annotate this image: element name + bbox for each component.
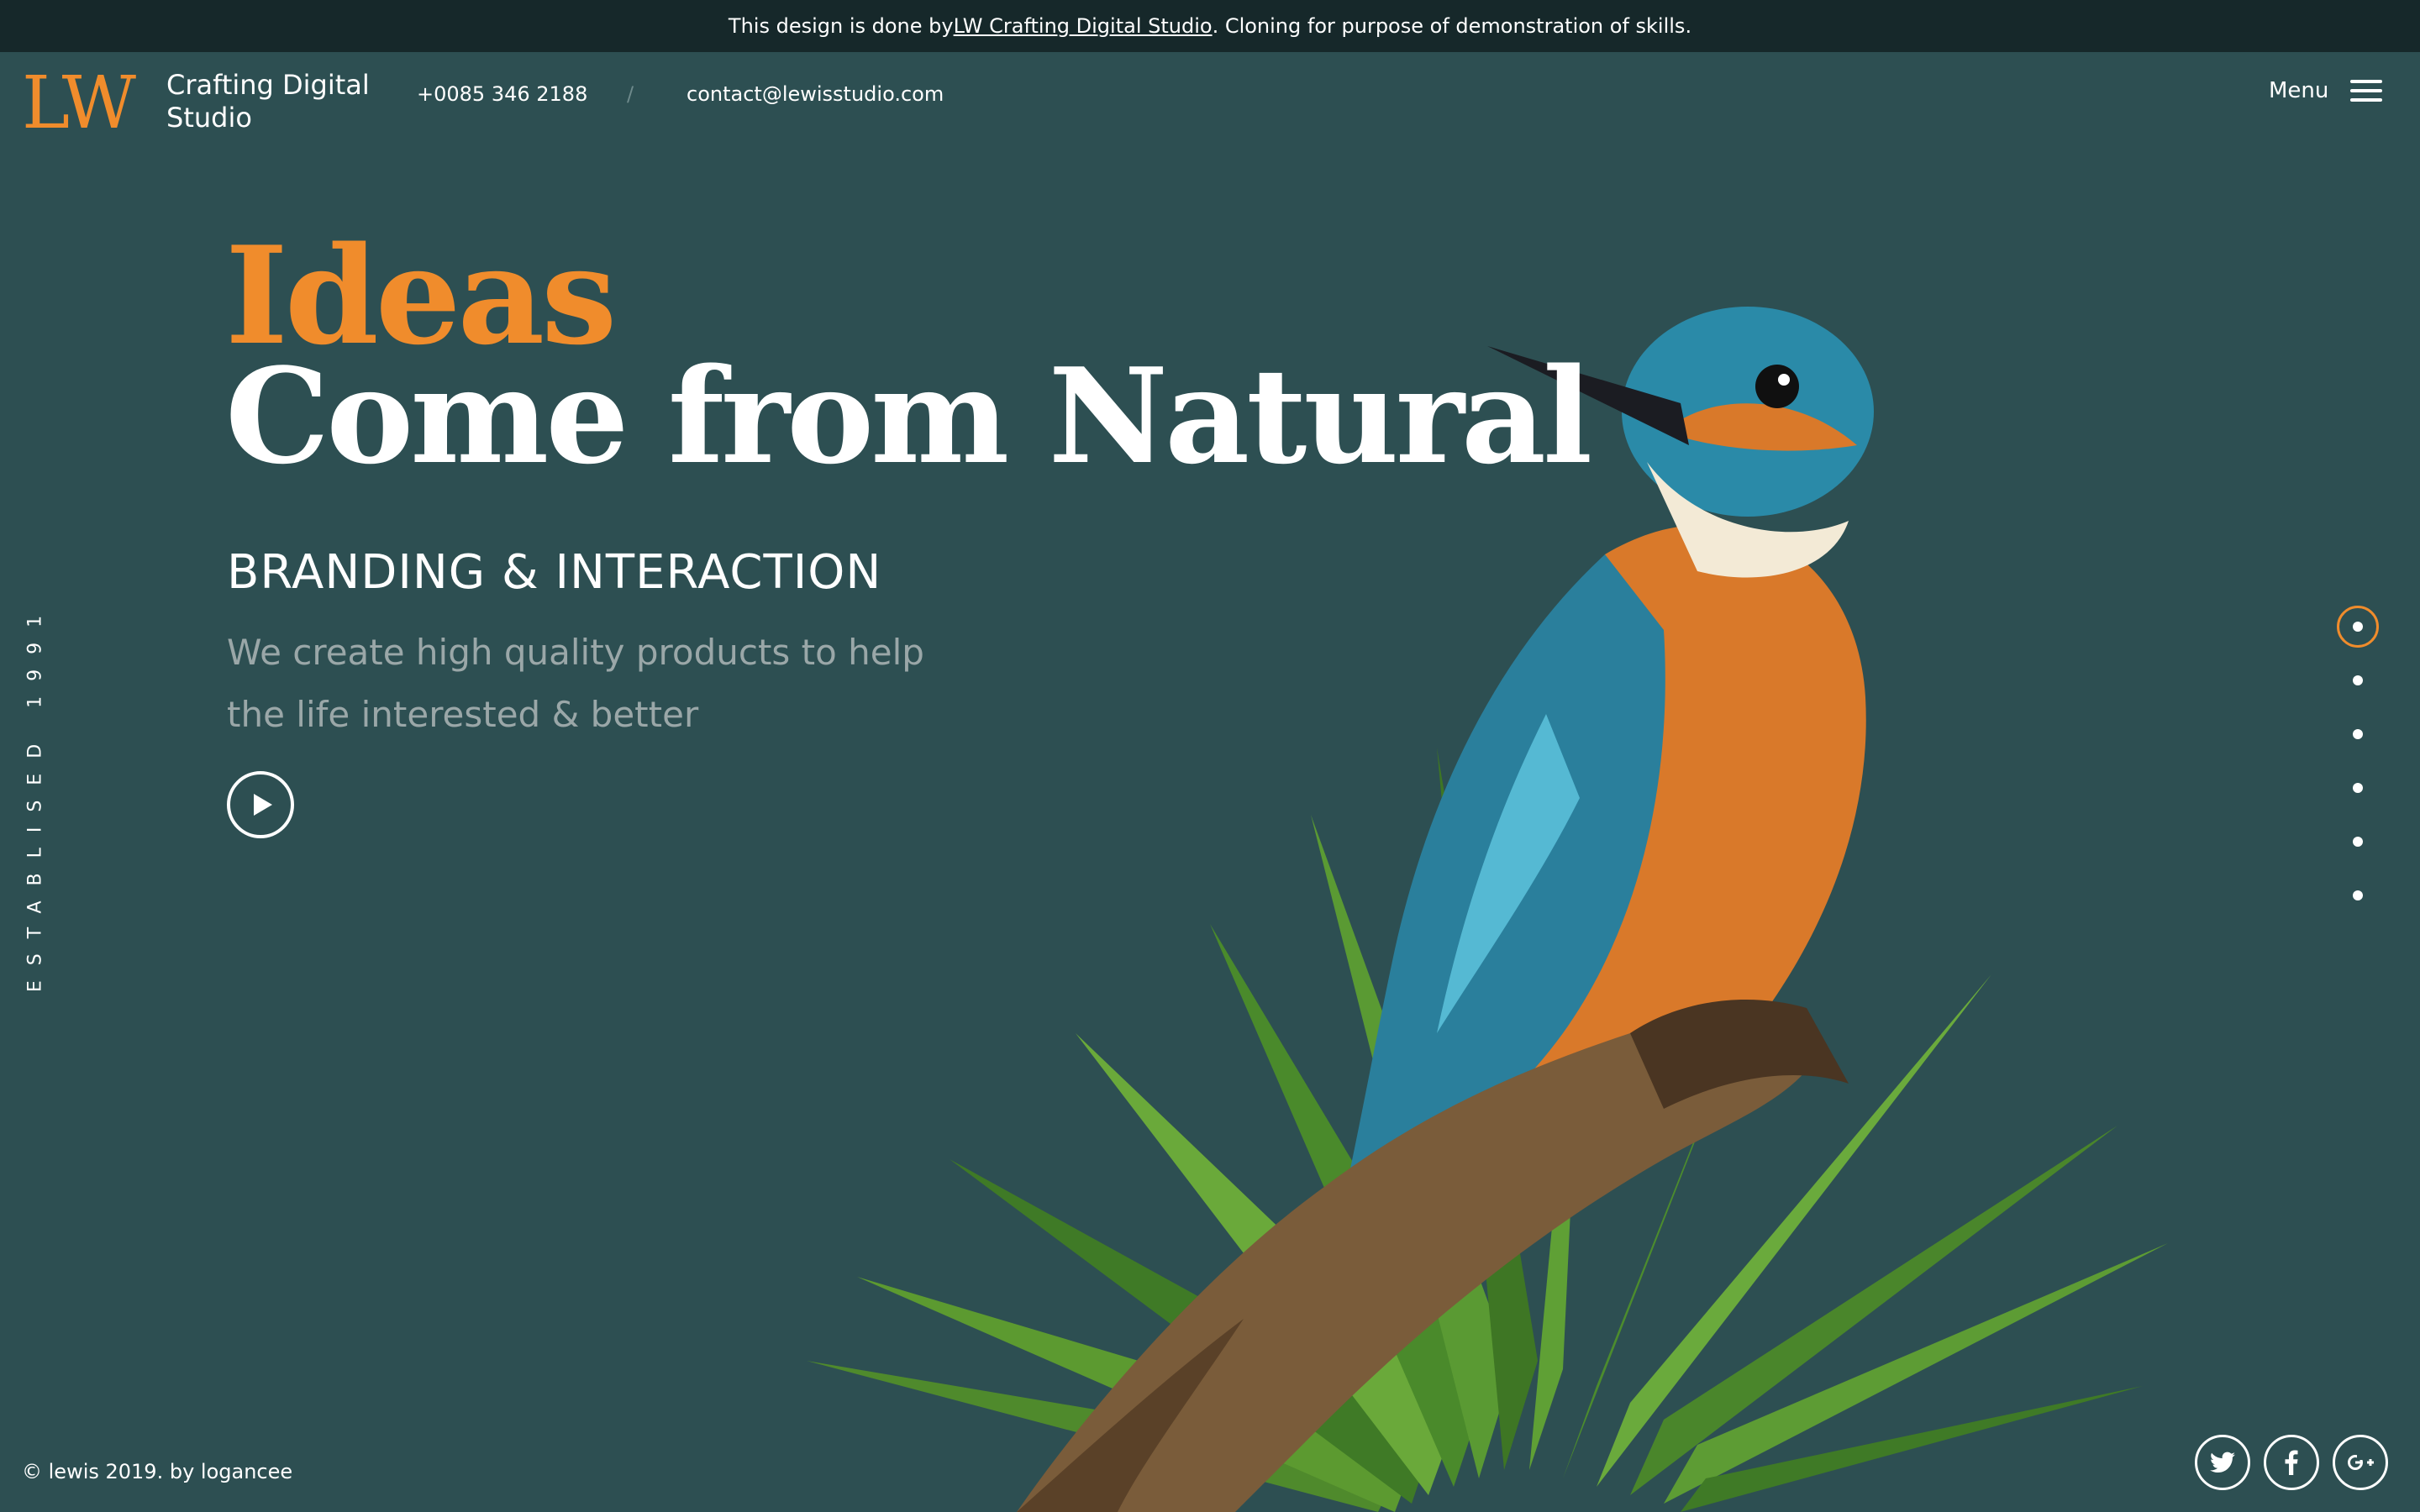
facebook-icon [2285,1450,2298,1475]
facebook-button[interactable] [2264,1435,2319,1490]
slide-dot[interactable] [2336,761,2380,815]
email-address[interactable]: contact@lewisstudio.com [687,82,944,106]
play-video-button[interactable] [227,771,294,838]
notice-prefix: This design is done by [728,14,954,38]
contact-divider: / [627,82,634,106]
hamburger-icon [2350,80,2383,102]
notice-studio-link[interactable]: LW Crafting Digital Studio [954,14,1213,38]
menu-button[interactable]: Menu [2269,72,2383,109]
slide-dot[interactable] [2336,707,2380,761]
phone-number[interactable]: +0085 346 2188 [417,82,587,106]
play-icon [254,794,272,816]
notice-suffix: . Cloning for purpose of demonstration o… [1212,14,1692,38]
twitter-button[interactable] [2195,1435,2250,1490]
slide-dot[interactable] [2336,869,2380,922]
twitter-icon [2210,1452,2235,1473]
copyright-text: © lewis 2019. by logancee [22,1460,293,1483]
menu-label: Menu [2269,78,2329,103]
google-plus-icon [2348,1453,2374,1470]
logo[interactable]: LW [22,67,136,139]
google-plus-button[interactable] [2333,1435,2388,1490]
hero-description: We create high quality products to help … [227,632,924,735]
slide-navigation [2336,600,2380,922]
established-label: ESTABLISED 1991 [24,600,46,993]
notice-bar: This design is done by LW Crafting Digit… [0,0,2420,52]
studio-name: Crafting Digital Studio [166,69,370,134]
active-slide-ring [2337,606,2379,648]
hero-title-main: Come from Natural [225,339,1592,493]
slide-dot[interactable] [2336,600,2380,654]
slide-dot[interactable] [2336,815,2380,869]
hero-subtitle: BRANDING & INTERACTION [227,545,882,600]
slide-dot[interactable] [2336,654,2380,707]
social-links [2195,1435,2388,1490]
